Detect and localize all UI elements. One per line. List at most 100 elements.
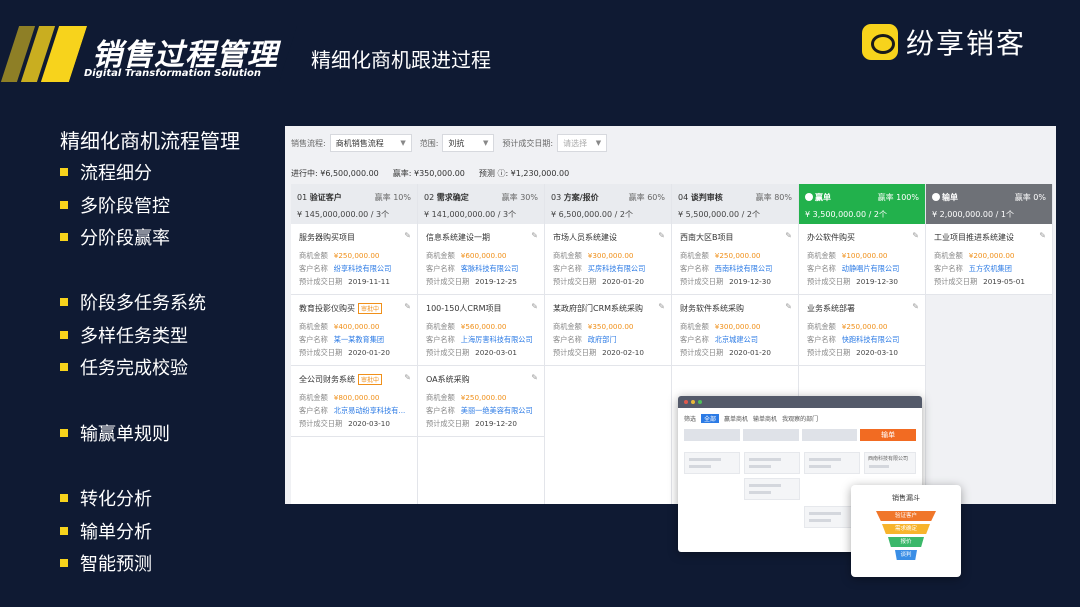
- mini-tab[interactable]: 输单商机: [753, 414, 777, 423]
- card-date-row: 预计成交日期 2019-12-30: [807, 277, 917, 287]
- date-select[interactable]: 请选择 ▼: [557, 134, 608, 152]
- opportunity-card[interactable]: 办公软件购买 ✎ 商机金额 ¥100,000.00 客户名称 动静唱片有限公司 预计成交日期…: [799, 224, 925, 295]
- card-customer-row: 客户名称 北京易动纷享科技有...: [299, 406, 409, 416]
- card-customer-value[interactable]: 美丽一绝美容有限公司: [461, 406, 533, 415]
- card-customer-label: 客户名称: [807, 335, 836, 344]
- edit-icon[interactable]: ✎: [658, 302, 665, 311]
- edit-icon[interactable]: ✎: [1039, 231, 1046, 240]
- feature-item-label: 输单分析: [80, 521, 152, 543]
- card-date-label: 预计成交日期: [680, 348, 724, 357]
- card-customer-row: 客户名称 买房科技有限公司: [553, 264, 663, 274]
- opportunity-card[interactable]: 教育投影仪购买 审批中 ✎ 商机金额 ¥400,000.00 客户名称 某一某教育集团 预计成…: [291, 295, 417, 366]
- opportunity-card[interactable]: OA系统采购 ✎ 商机金额 ¥250,000.00 客户名称 美丽一绝美容有限公司 预计成交…: [418, 366, 544, 437]
- feature-item: 转化分析: [60, 482, 152, 515]
- logo-text: 纷享销客: [906, 27, 1027, 60]
- feature-list-title: 精细化商机流程管理: [60, 129, 240, 153]
- opportunity-card[interactable]: 全公司财务系统 审批中 ✎ 商机金额 ¥800,000.00 客户名称 北京易动纷享科技有.…: [291, 366, 417, 437]
- logo-icon: [862, 24, 898, 60]
- column-header-top: 输单 赢率 0%: [932, 192, 1046, 203]
- edit-icon[interactable]: ✎: [785, 231, 792, 240]
- card-title-text: 西南大区B项目: [680, 233, 734, 242]
- edit-icon[interactable]: ✎: [404, 231, 411, 240]
- card-title: 信息系统建设一期: [426, 232, 536, 243]
- card-customer-value[interactable]: 北京易动纷享科技有...: [334, 406, 406, 415]
- column-summary: ¥ 3,500,000.00 / 2个: [805, 210, 887, 219]
- card-customer-value[interactable]: 五方农机集团: [969, 264, 1012, 273]
- edit-icon[interactable]: ✎: [912, 302, 919, 311]
- company-logo: 纷享销客: [862, 22, 1026, 62]
- check-circle-icon: [805, 193, 813, 201]
- card-customer-label: 客户名称: [680, 264, 709, 273]
- card-title-text: 100-150人CRM项目: [426, 304, 502, 313]
- opportunity-card[interactable]: 100-150人CRM项目 ✎ 商机金额 ¥560,000.00 客户名称 上海厉害科技有…: [418, 295, 544, 366]
- column-header[interactable]: 02 需求确定 赢率 30% ¥ 141,000,000.00 / 3个: [418, 184, 544, 224]
- opportunity-card[interactable]: 财务软件系统采购 ✎ 商机金额 ¥300,000.00 客户名称 北京城建公司 预计成交日期…: [672, 295, 798, 366]
- column-header[interactable]: 01 验证客户 赢率 10% ¥ 145,000,000.00 / 3个: [291, 184, 417, 224]
- mini-card: [744, 452, 800, 474]
- edit-icon[interactable]: ✎: [404, 302, 411, 311]
- column-header-top: 03 方案/报价 赢率 60%: [551, 192, 665, 203]
- edit-icon[interactable]: ✎: [531, 373, 538, 382]
- edit-icon[interactable]: ✎: [531, 302, 538, 311]
- card-customer-value[interactable]: 政府部门: [588, 335, 617, 344]
- card-customer-value[interactable]: 快跑科技有限公司: [842, 335, 900, 344]
- opportunity-card[interactable]: 市场人员系统建设 ✎ 商机金额 ¥300,000.00 客户名称 买房科技有限公司 预计成交…: [545, 224, 671, 295]
- edit-icon[interactable]: ✎: [531, 231, 538, 240]
- column-header[interactable]: 04 谈判审核 赢率 80% ¥ 5,500,000.00 / 2个: [672, 184, 798, 224]
- scope-select[interactable]: 刘抗 ▼: [442, 134, 495, 152]
- edit-icon[interactable]: ✎: [404, 373, 411, 382]
- card-amount-label: 商机金额: [680, 322, 709, 331]
- brand-subtitle: Digital Transformation Solution: [84, 68, 262, 79]
- card-date-value: 2019-11-11: [348, 277, 390, 286]
- mini-tab[interactable]: 我观察的部门: [782, 414, 818, 423]
- mini-card: [744, 478, 800, 500]
- opportunity-card[interactable]: 信息系统建设一期 ✎ 商机金额 ¥600,000.00 客户名称 客脉科技有限公司 预计成交…: [418, 224, 544, 295]
- opportunity-card[interactable]: 某政府部门CRM系统采购 ✎ 商机金额 ¥350,000.00 客户名称 政府部门 预计成交…: [545, 295, 671, 366]
- column-header[interactable]: 赢单 赢率 100% ¥ 3,500,000.00 / 2个: [799, 184, 925, 224]
- card-customer-value[interactable]: 西南科技有限公司: [715, 264, 773, 273]
- card-date-row: 预计成交日期 2019-11-11: [299, 277, 409, 287]
- process-select[interactable]: 商机销售流程 ▼: [329, 134, 412, 152]
- opportunity-card[interactable]: 工业项目推进系统建设 ✎ 商机金额 ¥200,000.00 客户名称 五方农机集团 预计成交…: [926, 224, 1052, 295]
- card-customer-label: 客户名称: [299, 406, 328, 415]
- card-customer-value[interactable]: 动静唱片有限公司: [842, 264, 900, 273]
- feature-item: 阶段多任务系统: [60, 286, 206, 319]
- card-amount-value: ¥200,000.00: [968, 251, 1015, 260]
- funnel-layer: 谈判: [895, 550, 917, 560]
- card-customer-row: 客户名称 西南科技有限公司: [680, 264, 790, 274]
- mini-tab[interactable]: 筛选: [684, 414, 696, 423]
- stat-forecast: 预测 ⓘ: ¥1,230,000.00: [478, 169, 570, 178]
- card-amount-row: 商机金额 ¥800,000.00: [299, 393, 409, 403]
- funnel-layer: 需求确定: [882, 524, 930, 534]
- card-title-text: 业务系统部署: [807, 304, 855, 313]
- mini-tab[interactable]: 赢单商机: [724, 414, 748, 423]
- column-stage: 赢单: [805, 192, 831, 203]
- opportunity-card[interactable]: 服务器购买项目 ✎ 商机金额 ¥250,000.00 客户名称 纷享科技有限公司 预计成交日…: [291, 224, 417, 295]
- bullet-square-icon: [60, 233, 68, 242]
- card-customer-row: 客户名称 美丽一绝美容有限公司: [426, 406, 536, 416]
- mini-tab[interactable]: 全部: [701, 414, 720, 423]
- card-date-row: 预计成交日期 2020-03-01: [426, 348, 536, 358]
- card-amount-row: 商机金额 ¥250,000.00: [680, 251, 790, 261]
- opportunity-card[interactable]: 西南大区B项目 ✎ 商机金额 ¥250,000.00 客户名称 西南科技有限公司 预计成交日…: [672, 224, 798, 295]
- card-customer-value[interactable]: 某一某教育集团: [334, 335, 384, 344]
- card-customer-label: 客户名称: [807, 264, 836, 273]
- card-title: 财务软件系统采购: [680, 303, 790, 314]
- status-badge: 审批中: [358, 303, 383, 314]
- bullet-square-icon: [60, 494, 68, 503]
- card-title-text: 财务软件系统采购: [680, 304, 744, 313]
- card-customer-value[interactable]: 纷享科技有限公司: [334, 264, 392, 273]
- card-customer-value[interactable]: 买房科技有限公司: [588, 264, 646, 273]
- edit-icon[interactable]: ✎: [912, 231, 919, 240]
- card-customer-row: 客户名称 纷享科技有限公司: [299, 264, 409, 274]
- date-label: 预计成交日期:: [502, 138, 554, 148]
- card-customer-value[interactable]: 客脉科技有限公司: [461, 264, 519, 273]
- edit-icon[interactable]: ✎: [785, 302, 792, 311]
- card-customer-value[interactable]: 北京城建公司: [715, 335, 758, 344]
- opportunity-card[interactable]: 业务系统部署 ✎ 商机金额 ¥250,000.00 客户名称 快跑科技有限公司 预计成交日期…: [799, 295, 925, 366]
- feature-group: 转化分析 输单分析 智能预测: [60, 482, 152, 580]
- edit-icon[interactable]: ✎: [658, 231, 665, 240]
- column-header[interactable]: 输单 赢率 0% ¥ 2,000,000.00 / 1个: [926, 184, 1052, 224]
- column-header[interactable]: 03 方案/报价 赢率 60% ¥ 6,500,000.00 / 2个: [545, 184, 671, 224]
- card-customer-value[interactable]: 上海厉害科技有限公司: [461, 335, 533, 344]
